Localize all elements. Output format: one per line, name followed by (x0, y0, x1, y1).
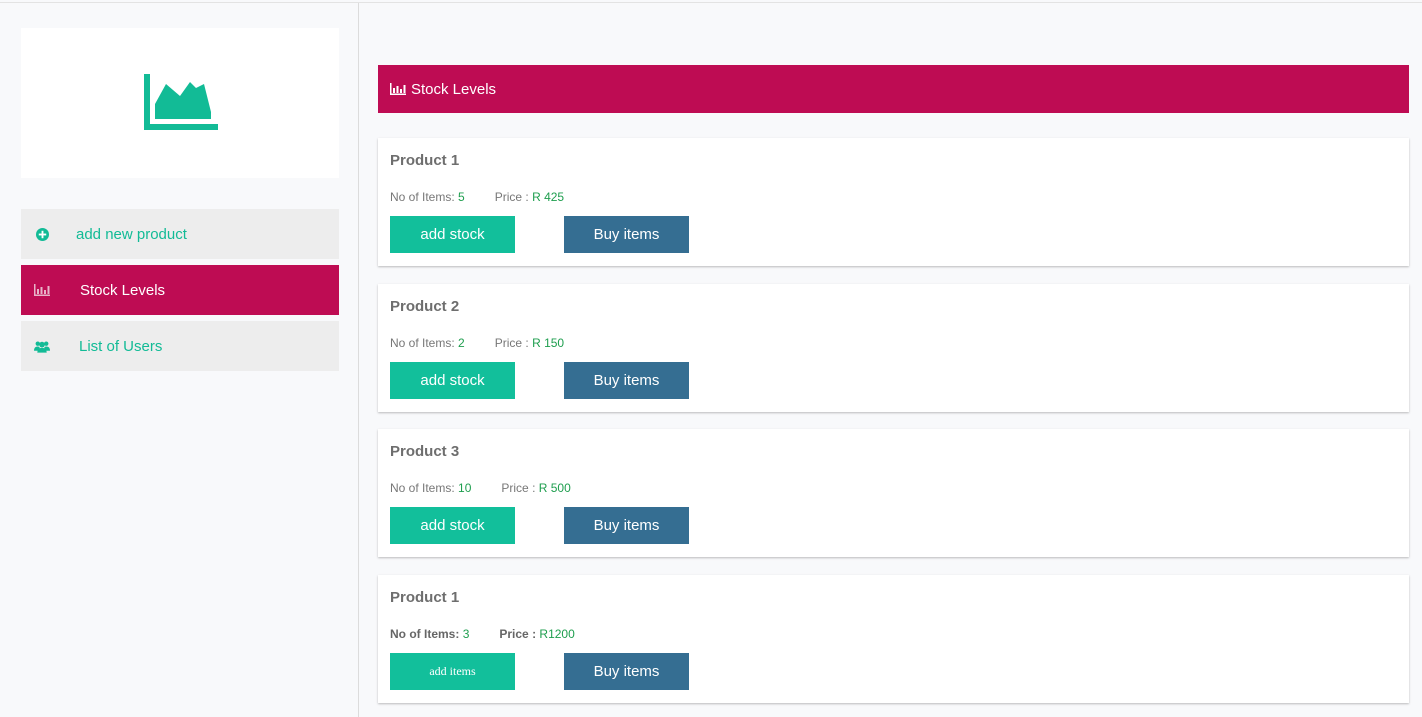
buy-items-button[interactable]: Buy items (564, 507, 689, 544)
add-items-button[interactable]: add items (390, 653, 515, 690)
bar-chart-icon (390, 83, 406, 95)
plus-circle-icon (34, 226, 50, 242)
main-content: Stock Levels Product 1 No of Items: 5 Pr… (378, 0, 1409, 717)
product-name: Product 3 (390, 443, 460, 460)
area-chart-icon (144, 74, 218, 130)
product-card: Product 2 No of Items: 2 Price : R 150 a… (378, 284, 1409, 412)
sidebar-item-label: List of Users (79, 337, 163, 355)
price-group: Price : R 425 (495, 190, 564, 204)
items-count: 3 (462, 627, 470, 641)
sidebar-item-label: Stock Levels (80, 281, 166, 299)
items-label: No of Items: (390, 336, 455, 350)
price-label: Price : (501, 481, 536, 495)
product-card: Product 1 No of Items: 5 Price : R 425 a… (378, 138, 1409, 266)
price-label: Price : (494, 336, 529, 350)
buy-items-button[interactable]: Buy items (564, 653, 689, 690)
product-name: Product 2 (390, 298, 460, 315)
items-label: No of Items: (390, 190, 455, 204)
items-count: 10 (458, 481, 472, 495)
sidebar-item-label: add new product (76, 225, 187, 243)
add-stock-button[interactable]: add stock (390, 216, 515, 253)
price-group: Price : R 150 (495, 336, 564, 350)
sidebar-item-list-of-users[interactable]: List of Users (21, 321, 339, 371)
price-value: R 425 (532, 190, 565, 204)
items-label: No of Items: (390, 627, 460, 641)
sidebar-item-stock-levels[interactable]: Stock Levels (21, 265, 339, 315)
product-card: Product 3 No of Items: 10 Price : R 500 … (378, 429, 1409, 557)
page-title: Stock Levels (411, 80, 497, 98)
price-label: Price : (494, 190, 529, 204)
bar-chart-icon (34, 282, 50, 298)
product-name: Product 1 (390, 152, 460, 169)
price-group: Price : R 500 (501, 481, 570, 495)
users-icon (34, 338, 50, 354)
product-name: Product 1 (390, 589, 460, 606)
add-stock-button[interactable]: add stock (390, 362, 515, 399)
price-value: R1200 (539, 627, 575, 641)
product-meta: No of Items: 10 Price : R 500 (390, 481, 571, 495)
product-meta: No of Items: 3 Price : R1200 (390, 627, 575, 641)
items-label: No of Items: (390, 481, 455, 495)
product-card: Product 1 No of Items: 3 Price : R1200 a… (378, 575, 1409, 703)
sidebar: add new product Stock Levels List of Use… (0, 3, 359, 717)
product-meta: No of Items: 2 Price : R 150 (390, 336, 564, 350)
logo-panel (21, 28, 339, 178)
price-label: Price : (499, 627, 537, 641)
items-count: 2 (458, 336, 465, 350)
buy-items-button[interactable]: Buy items (564, 216, 689, 253)
product-meta: No of Items: 5 Price : R 425 (390, 190, 564, 204)
add-stock-button[interactable]: add stock (390, 507, 515, 544)
price-value: R 150 (532, 336, 565, 350)
items-count: 5 (458, 190, 465, 204)
price-group: Price : R1200 (499, 627, 574, 641)
price-value: R 500 (538, 481, 571, 495)
sidebar-item-add-new-product[interactable]: add new product (21, 209, 339, 259)
buy-items-button[interactable]: Buy items (564, 362, 689, 399)
page-header: Stock Levels (378, 65, 1409, 113)
